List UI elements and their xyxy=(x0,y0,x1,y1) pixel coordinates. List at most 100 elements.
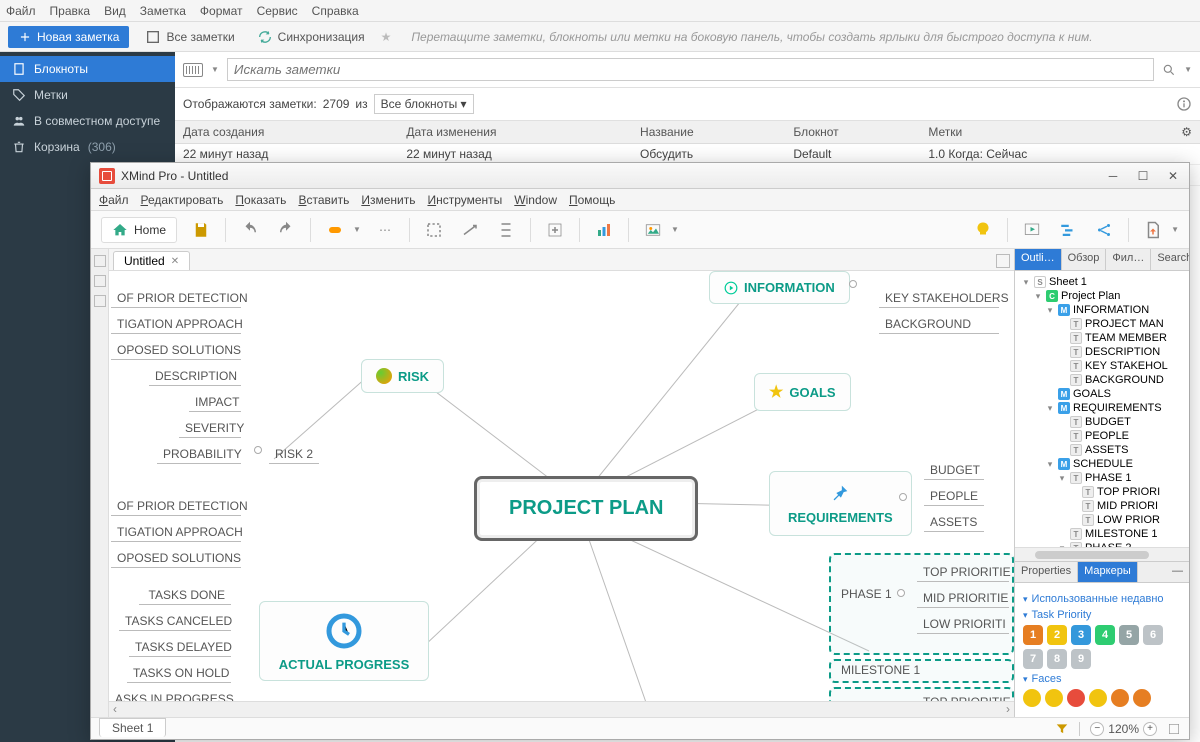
outline-item[interactable]: TPEOPLE xyxy=(1017,429,1187,443)
share-icon[interactable] xyxy=(1092,218,1116,242)
add-icon[interactable] xyxy=(543,218,567,242)
sidebar-shared[interactable]: В совместном доступе xyxy=(0,108,175,134)
face-marker[interactable] xyxy=(1067,689,1085,707)
node-risk[interactable]: RISK xyxy=(361,359,444,393)
menu-service[interactable]: Сервис xyxy=(257,4,298,18)
menu-show[interactable]: Показать xyxy=(235,193,286,207)
subtopic[interactable]: OF PRIOR DETECTION xyxy=(111,289,241,308)
menu-tools[interactable]: Инструменты xyxy=(427,193,502,207)
outline-item[interactable]: ▾TPHASE 1 xyxy=(1017,471,1187,485)
priority-marker[interactable]: 9 xyxy=(1071,649,1091,669)
tab-properties[interactable]: Properties xyxy=(1015,562,1078,582)
subtopic[interactable]: BACKGROUND xyxy=(879,315,999,334)
tab-browse[interactable]: Обзор xyxy=(1062,249,1107,270)
priority-marker[interactable]: 3 xyxy=(1071,625,1091,645)
minimize-button[interactable]: ─ xyxy=(1105,168,1121,184)
notebook-filter-dropdown[interactable]: Все блокноты ▾ xyxy=(374,94,474,114)
node-goals[interactable]: ★ GOALS xyxy=(754,373,851,411)
outline-tree[interactable]: ▾SSheet 1▾CProject Plan▾MINFORMATIONTPRO… xyxy=(1015,271,1189,547)
priority-marker[interactable]: 4 xyxy=(1095,625,1115,645)
menu-edit[interactable]: Правка xyxy=(50,4,91,18)
sidebar-trash[interactable]: Корзина (306) xyxy=(0,134,175,160)
relationship-icon[interactable] xyxy=(458,218,482,242)
redo-icon[interactable] xyxy=(274,218,298,242)
subtopic[interactable]: TIGATION APPROACH xyxy=(111,315,241,334)
tab-untitled[interactable]: Untitled ✕ xyxy=(113,251,190,270)
menu-modify[interactable]: Изменить xyxy=(361,193,415,207)
outline-item[interactable]: ▾SSheet 1 xyxy=(1017,275,1187,289)
border-icon[interactable] xyxy=(422,218,446,242)
subtopic[interactable]: OPOSED SOLUTIONS xyxy=(111,549,241,568)
subtopic[interactable]: TASKS ON HOLD xyxy=(127,664,231,683)
sheet-tab[interactable]: Sheet 1 xyxy=(99,718,166,737)
outline-item[interactable]: TDESCRIPTION xyxy=(1017,345,1187,359)
collapse-toggle[interactable] xyxy=(899,493,907,501)
new-note-button[interactable]: Новая заметка xyxy=(8,26,129,48)
menu-help[interactable]: Справка xyxy=(312,4,359,18)
subtopic[interactable]: PEOPLE xyxy=(924,487,984,506)
menu-window[interactable]: Window xyxy=(514,193,557,207)
priority-marker[interactable]: 5 xyxy=(1119,625,1139,645)
face-marker[interactable] xyxy=(1089,689,1107,707)
col-settings[interactable]: ⚙ xyxy=(1173,121,1200,144)
col-modified[interactable]: Дата изменения xyxy=(398,121,632,144)
subtopic[interactable]: KEY STAKEHOLDERS xyxy=(879,289,999,308)
horizontal-scrollbar[interactable] xyxy=(109,701,1014,717)
node-risk2[interactable]: RISK 2 xyxy=(269,445,319,464)
home-button[interactable]: Home xyxy=(101,217,177,243)
outline-item[interactable]: ▾CProject Plan xyxy=(1017,289,1187,303)
menu-edit[interactable]: Редактировать xyxy=(141,193,224,207)
subtopic[interactable]: TASKS DELAYED xyxy=(129,638,231,657)
face-marker[interactable] xyxy=(1045,689,1063,707)
outline-item[interactable]: TMILESTONE 1 xyxy=(1017,527,1187,541)
outline-item[interactable]: TTOP PRIORI xyxy=(1017,485,1187,499)
priority-marker[interactable]: 6 xyxy=(1143,625,1163,645)
sync-button[interactable]: Синхронизация xyxy=(251,25,371,49)
search-icon[interactable] xyxy=(1162,63,1176,77)
zoom-in-button[interactable]: + xyxy=(1143,722,1157,736)
col-notebook[interactable]: Блокнот xyxy=(785,121,920,144)
sidebar-notebooks[interactable]: Блокноты xyxy=(0,56,175,82)
menu-file[interactable]: Файл xyxy=(6,4,36,18)
fit-icon[interactable] xyxy=(1167,722,1181,736)
gutter-btn[interactable] xyxy=(94,255,106,267)
mindmap-canvas[interactable]: OF PRIOR DETECTION TIGATION APPROACH OPO… xyxy=(109,271,1014,701)
outline-item[interactable]: ▾MREQUIREMENTS xyxy=(1017,401,1187,415)
collapse-toggle[interactable] xyxy=(897,589,905,597)
menu-insert[interactable]: Вставить xyxy=(298,193,349,207)
face-marker[interactable] xyxy=(1111,689,1129,707)
priority-marker[interactable]: 1 xyxy=(1023,625,1043,645)
subtopic[interactable]: BUDGET xyxy=(924,461,984,480)
all-notes-button[interactable]: Все заметки xyxy=(139,25,240,49)
subtopic[interactable]: ASSETS xyxy=(924,513,984,532)
subtopic[interactable]: ASKS IN PROGRESS xyxy=(109,690,231,701)
outline-scrollbar[interactable] xyxy=(1015,547,1189,561)
search-input[interactable] xyxy=(227,58,1154,81)
gutter-btn[interactable] xyxy=(94,275,106,287)
lightbulb-icon[interactable] xyxy=(971,218,995,242)
close-button[interactable]: ✕ xyxy=(1165,168,1181,184)
zoom-out-button[interactable]: − xyxy=(1090,722,1104,736)
sidebar-tags[interactable]: Метки xyxy=(0,82,175,108)
more-icon[interactable]: ⋯ xyxy=(373,218,397,242)
outline-item[interactable]: TMID PRIORI xyxy=(1017,499,1187,513)
gantt-icon[interactable] xyxy=(1056,218,1080,242)
phase1-label[interactable]: PHASE 1 xyxy=(841,587,892,601)
col-title[interactable]: Название xyxy=(632,121,785,144)
tab-close-icon[interactable]: ✕ xyxy=(171,256,179,267)
outline-item[interactable]: TKEY STAKEHOL xyxy=(1017,359,1187,373)
outline-item[interactable]: TASSETS xyxy=(1017,443,1187,457)
subtopic[interactable]: MID PRIORITIE xyxy=(917,589,1009,608)
menu-view[interactable]: Вид xyxy=(104,4,126,18)
tab-outline[interactable]: Outli… xyxy=(1015,249,1062,270)
section-faces[interactable]: Faces xyxy=(1023,673,1181,685)
chart-icon[interactable] xyxy=(592,218,616,242)
subtopic[interactable]: IMPACT xyxy=(189,393,241,412)
subtopic[interactable]: SEVERITY xyxy=(179,419,241,438)
subtopic[interactable]: TOP PRIORITIE xyxy=(917,693,1009,701)
subtopic[interactable]: OPOSED SOLUTIONS xyxy=(111,341,241,360)
subtopic[interactable]: LOW PRIORITI xyxy=(917,615,1009,634)
tab-filter[interactable]: Фил… xyxy=(1106,249,1151,270)
collapse-toggle[interactable] xyxy=(849,280,857,288)
section-priority[interactable]: Task Priority xyxy=(1023,609,1181,621)
